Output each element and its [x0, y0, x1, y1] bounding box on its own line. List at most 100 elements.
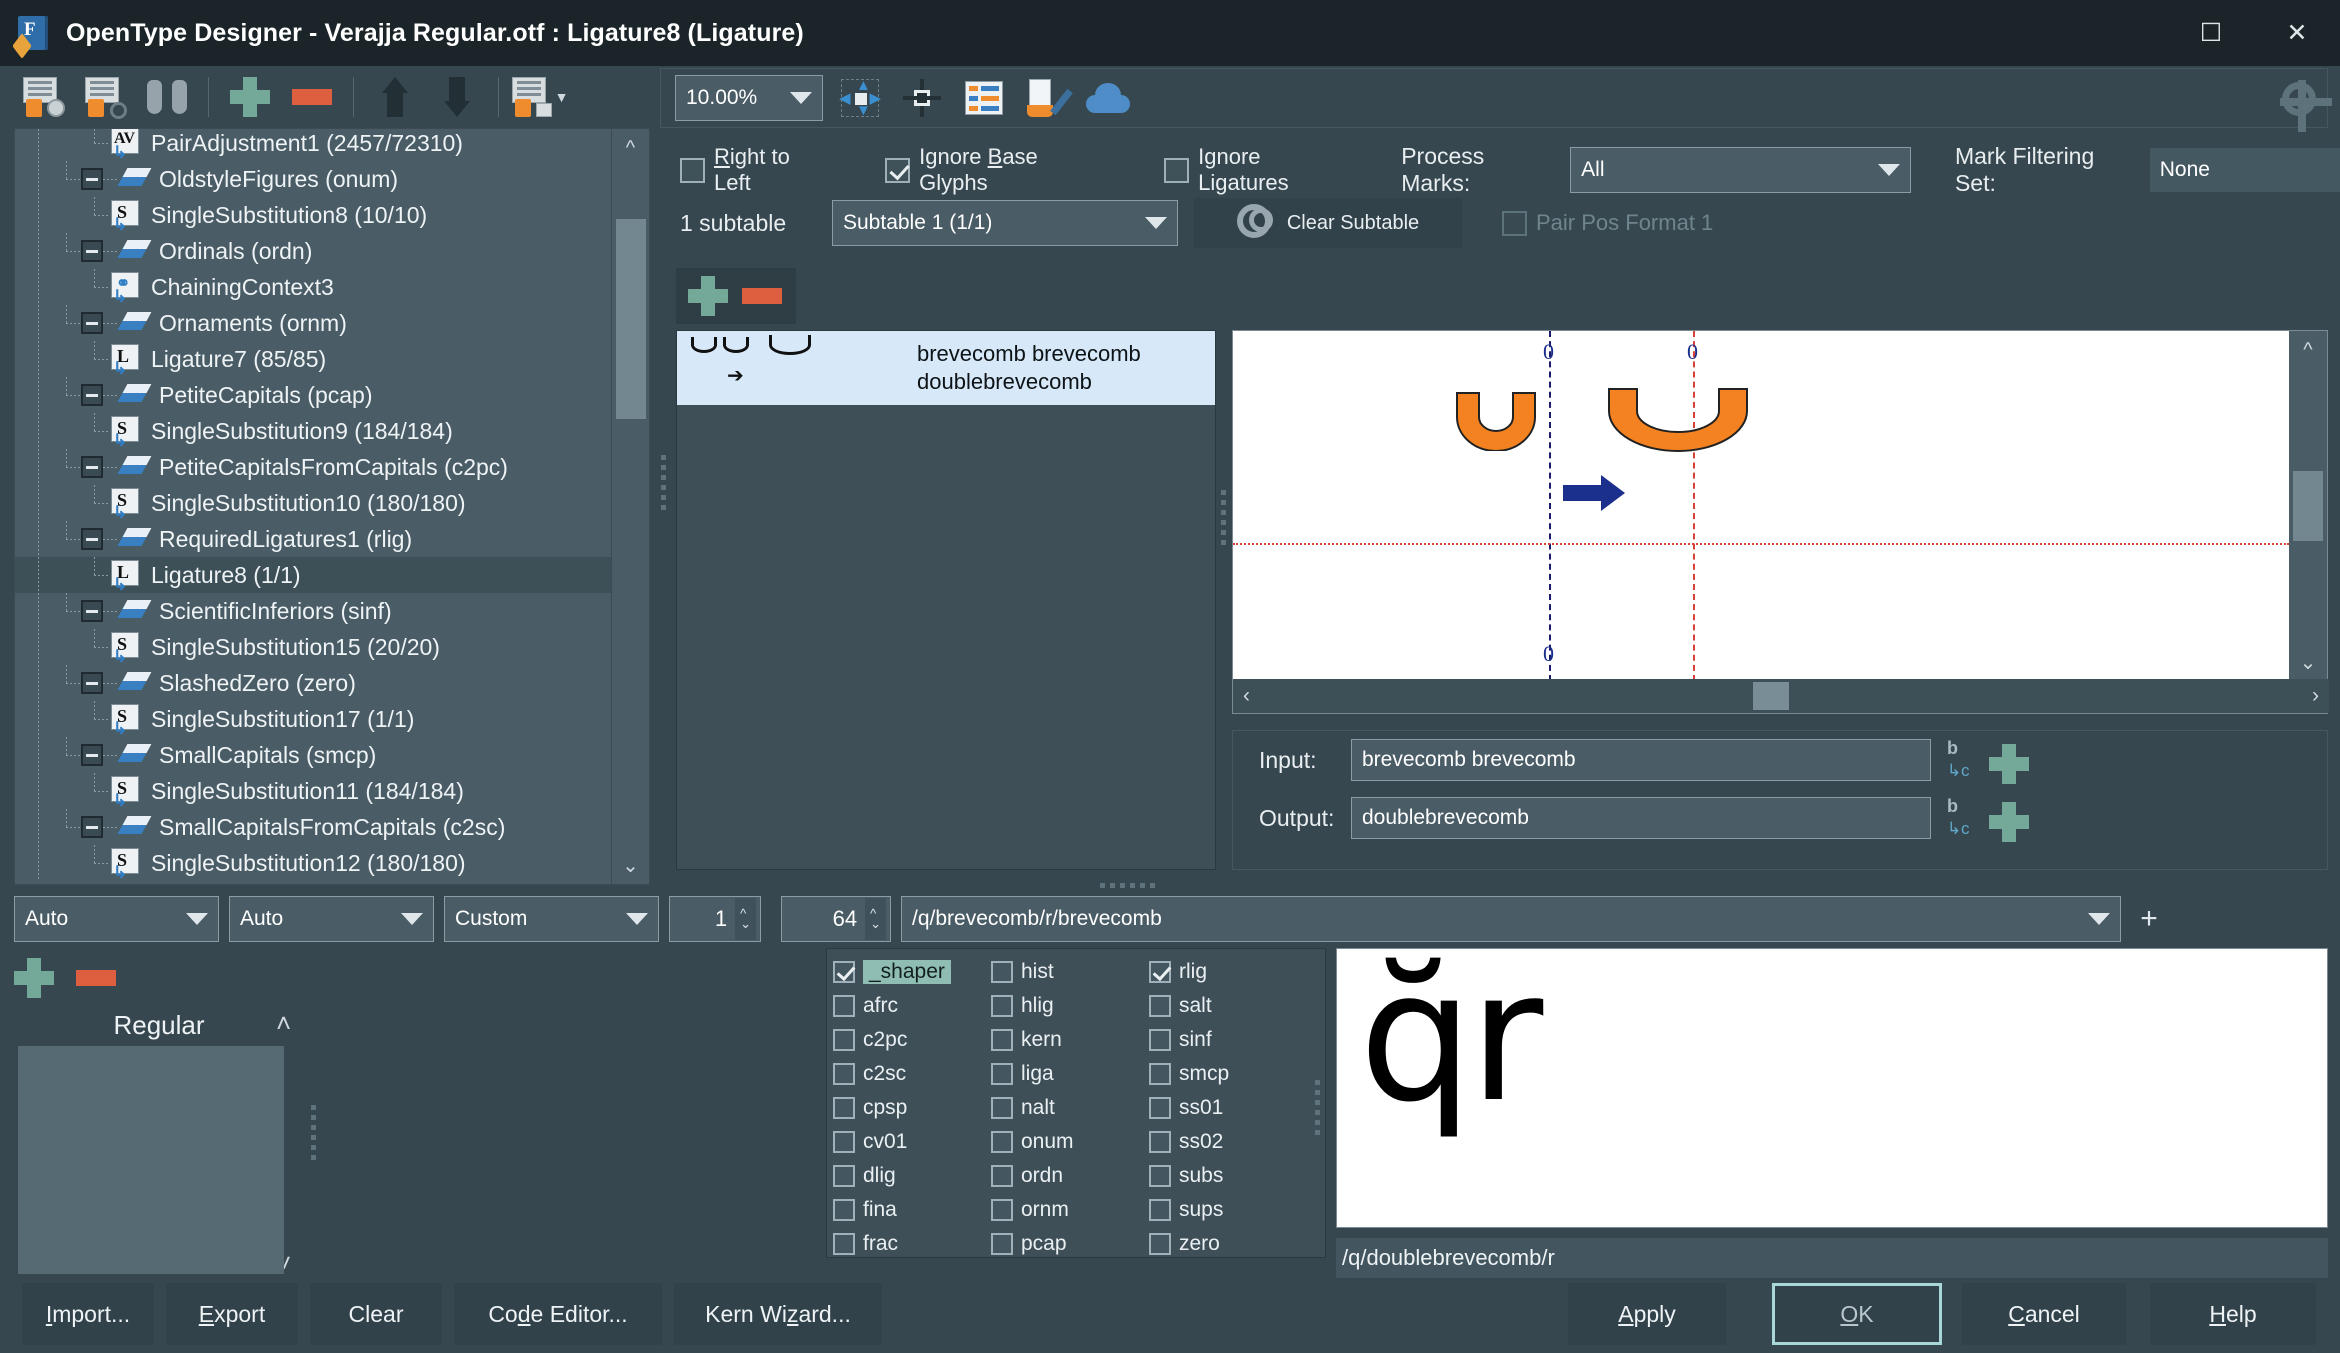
tree-expander-icon[interactable]	[81, 312, 103, 334]
remove-lookup-icon[interactable]	[283, 72, 341, 122]
run-lookup-icon[interactable]	[14, 72, 72, 122]
glyph-class-icon[interactable]: b ↳ c	[1943, 796, 1987, 840]
rule-list[interactable]: ➔ brevecomb brevecomb doublebrevecomb	[676, 330, 1216, 870]
table-menu-icon[interactable]: ▼	[511, 72, 569, 122]
tree-row[interactable]: S ↳ SingleSubstitution9 (184/184)	[15, 413, 611, 450]
remove-rule-icon[interactable]	[742, 288, 782, 304]
center-glyph-icon[interactable]	[897, 75, 947, 121]
cloud-icon[interactable]	[1083, 75, 1133, 121]
feature-list[interactable]: _shaper afrc c2pc c2sc cpsp cv01 dlig fina frac …	[826, 948, 1326, 1258]
feature-checkbox[interactable]: hlig	[991, 989, 1149, 1023]
glyph-canvas[interactable]: 0 0 0 ^ ⌄ ‹ ›	[1232, 330, 2329, 714]
canvas-hscroll-thumb[interactable]	[1753, 682, 1789, 710]
tree-row[interactable]: L ↳ Ligature7 (85/85)	[15, 341, 611, 378]
glyph-canvas-surface[interactable]: 0 0 0	[1233, 331, 2289, 681]
tree-row[interactable]: SmallCapitals (smcp)	[15, 737, 611, 773]
add-input-icon[interactable]	[1989, 744, 2029, 784]
cancel-button[interactable]: Cancel	[1962, 1283, 2126, 1345]
canvas-scroll-right-icon[interactable]: ›	[2312, 684, 2319, 708]
tree-expander-icon[interactable]	[81, 672, 103, 694]
tree-row[interactable]: S ↳ SingleSubstitution17 (1/1)	[15, 701, 611, 738]
tree-expander-icon[interactable]	[81, 816, 103, 838]
sample-text-combo[interactable]: /q/brevecomb/r/brevecomb	[901, 896, 2121, 942]
tree-row[interactable]: S ↳ SingleSubstitution15 (20/20)	[15, 629, 611, 666]
input-field[interactable]: brevecomb brevecomb	[1351, 739, 1931, 781]
feature-checkbox[interactable]: fina	[833, 1193, 991, 1227]
feature-checkbox[interactable]: c2sc	[833, 1057, 991, 1091]
tree-row[interactable]: ⚭ ↳ ChainingContext3	[15, 269, 611, 306]
stepper-arrows-icon[interactable]: ^ ⌄	[865, 898, 886, 940]
tree-row[interactable]: S ↳ SingleSubstitution10 (180/180)	[15, 485, 611, 522]
feature-checkbox[interactable]: cv01	[833, 1125, 991, 1159]
clear-button[interactable]: Clear	[310, 1283, 442, 1345]
subtable-combo[interactable]: Subtable 1 (1/1)	[832, 200, 1178, 246]
instance-preview-box[interactable]	[18, 1046, 284, 1274]
tree-row[interactable]: S ↳ SingleSubstitution12 (180/180)	[15, 845, 611, 882]
tree-row[interactable]: PetiteCapitalsFromCapitals (c2pc)	[15, 449, 611, 485]
tree-scrollbar[interactable]: ^ ⌄	[611, 129, 649, 884]
add-lookup-icon[interactable]	[221, 72, 279, 122]
feature-checkbox[interactable]: salt	[1149, 989, 1307, 1023]
tree-row[interactable]: SlashedZero (zero)	[15, 665, 611, 701]
feature-checkbox[interactable]: nalt	[991, 1091, 1149, 1125]
canvas-scroll-up-icon[interactable]: ^	[2289, 331, 2327, 369]
tree-scroll-down-icon[interactable]: ⌄	[612, 846, 649, 884]
feature-checkbox[interactable]: cpsp	[833, 1091, 991, 1125]
tree-expander-icon[interactable]	[81, 528, 103, 550]
language-combo[interactable]: Auto	[229, 896, 434, 942]
feature-checkbox[interactable]: ornm	[991, 1193, 1149, 1227]
tree-expander-icon[interactable]	[81, 744, 103, 766]
feature-checkbox[interactable]: afrc	[833, 989, 991, 1023]
horizontal-splitter-grip[interactable]	[1100, 880, 1155, 890]
feature-checkbox[interactable]: ordn	[991, 1159, 1149, 1193]
move-up-icon[interactable]	[366, 72, 424, 122]
feature-checkbox[interactable]: pcap	[991, 1227, 1149, 1261]
edit-script-icon[interactable]	[1021, 75, 1073, 121]
feature-checkbox[interactable]: subs	[1149, 1159, 1307, 1193]
list-canvas-splitter-grip[interactable]	[1218, 490, 1228, 545]
mark-filtering-value[interactable]: None	[2149, 148, 2340, 192]
inspect-lookup-icon[interactable]	[76, 72, 134, 122]
remove-instance-icon[interactable]	[76, 970, 116, 986]
feature-checkbox[interactable]: ss01	[1149, 1091, 1307, 1125]
feature-checkbox[interactable]: onum	[991, 1125, 1149, 1159]
import-button[interactable]: Import...	[22, 1283, 154, 1345]
mode-combo[interactable]: Custom	[444, 896, 659, 942]
right-to-left-checkbox[interactable]: RRight to Leftight to Left	[680, 144, 831, 196]
lookup-tree[interactable]: AV ↳ PairAdjustment1 (2457/72310) OldstyleF…	[14, 128, 650, 885]
find-icon[interactable]	[138, 72, 196, 122]
tree-row[interactable]: S ↳ SingleSubstitution11 (184/184)	[15, 773, 611, 810]
apply-button[interactable]: Apply	[1568, 1283, 1726, 1345]
index-stepper[interactable]: 1 ^ ⌄	[669, 896, 761, 942]
tree-row[interactable]: PetiteCapitals (pcap)	[15, 377, 611, 413]
zoom-level-combo[interactable]: 10.00%	[675, 75, 823, 121]
feature-checkbox[interactable]: sups	[1149, 1193, 1307, 1227]
tree-expander-icon[interactable]	[81, 240, 103, 262]
help-button[interactable]: Help	[2150, 1283, 2316, 1345]
tree-row[interactable]: Ornaments (ornm)	[15, 305, 611, 341]
ignore-base-glyphs-checkbox[interactable]: Ignore Base Glyphs	[885, 144, 1110, 196]
list-item[interactable]: ➔ brevecomb brevecomb doublebrevecomb	[677, 331, 1215, 405]
stepper-arrows-icon[interactable]: ^ ⌄	[735, 898, 756, 940]
tree-row[interactable]: L ↳ Ligature8 (1/1)	[15, 557, 611, 594]
feature-checkbox[interactable]: hist	[991, 955, 1149, 989]
maximize-button[interactable]: ☐	[2168, 0, 2254, 66]
instance-scroll-up-icon[interactable]: ˄	[276, 1008, 291, 1039]
add-instance-icon[interactable]	[14, 958, 54, 998]
canvas-horizontal-scrollbar[interactable]: ‹ ›	[1233, 679, 2329, 713]
tree-expander-icon[interactable]	[81, 168, 103, 190]
clear-subtable-button[interactable]: Clear Subtable	[1194, 198, 1462, 248]
feature-checkbox[interactable]: liga	[991, 1057, 1149, 1091]
process-marks-combo[interactable]: All	[1570, 147, 1911, 193]
kern-wizard-button[interactable]: Kern Wizard...	[674, 1283, 882, 1345]
text-preview[interactable]: q̆r	[1336, 948, 2328, 1228]
settings-gear-icon[interactable]	[2280, 80, 2332, 132]
edit-table-icon[interactable]	[959, 75, 1009, 121]
script-combo[interactable]: Auto	[14, 896, 219, 942]
feature-checkbox[interactable]: sinf	[1149, 1023, 1307, 1057]
feature-checkbox[interactable]: smcp	[1149, 1057, 1307, 1091]
tree-row[interactable]: SmallCapitalsFromCapitals (c2sc)	[15, 809, 611, 845]
canvas-scroll-down-icon[interactable]: ⌄	[2289, 643, 2327, 681]
tree-row[interactable]: ScientificInferiors (sinf)	[15, 593, 611, 629]
add-output-icon[interactable]	[1989, 802, 2029, 842]
